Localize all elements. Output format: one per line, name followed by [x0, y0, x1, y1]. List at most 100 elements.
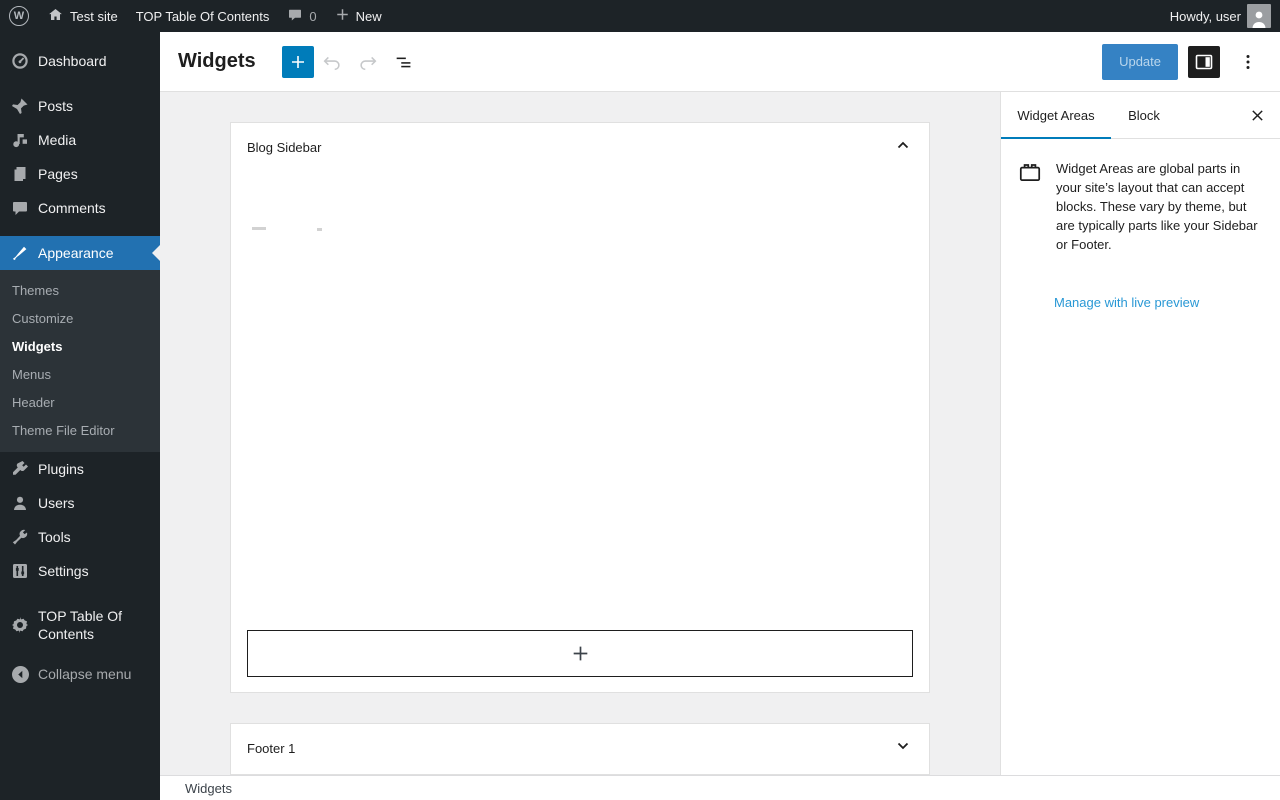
- widget-area-panel-footer-1: Footer 1: [230, 723, 930, 775]
- manage-live-preview-link[interactable]: Manage with live preview: [1054, 295, 1199, 310]
- wordpress-logo-menu[interactable]: W: [0, 0, 38, 32]
- pages-icon: [10, 164, 30, 184]
- sidebar-item-label: Dashboard: [38, 53, 107, 69]
- brush-icon: [10, 243, 30, 263]
- widgets-editor-canvas: Blog Sidebar Footer 1: [160, 92, 1000, 775]
- sidebar-item-appearance[interactable]: Appearance: [0, 236, 160, 270]
- submenu-item-themes[interactable]: Themes: [0, 276, 160, 304]
- comment-count: 0: [309, 8, 317, 24]
- my-account-menu[interactable]: Howdy, user: [1161, 0, 1280, 32]
- home-icon: [47, 6, 64, 26]
- plus-icon: [335, 7, 350, 25]
- admin-top-bar: W Test site TOP Table Of Contents 0 New …: [0, 0, 1280, 32]
- sidebar-item-comments[interactable]: Comments: [0, 191, 160, 225]
- sidebar-item-label: Users: [38, 495, 75, 511]
- submenu-label: Customize: [12, 310, 74, 326]
- sidebar-item-media[interactable]: Media: [0, 123, 160, 157]
- gear-icon: [10, 615, 30, 635]
- menu-separator: [0, 588, 160, 599]
- submenu-item-customize[interactable]: Customize: [0, 304, 160, 332]
- block-inserter-button[interactable]: [281, 45, 314, 78]
- menu-separator: [0, 78, 160, 89]
- sidebar-item-label: Pages: [38, 166, 78, 182]
- sliders-icon: [10, 561, 30, 581]
- comments-shortcut[interactable]: 0: [278, 0, 325, 32]
- settings-sidebar: Widget Areas Block Widget Areas are glob…: [1000, 92, 1280, 775]
- media-icon: [10, 130, 30, 150]
- submenu-label: Theme File Editor: [12, 422, 115, 438]
- panel-title: Footer 1: [247, 740, 296, 756]
- wordpress-logo-icon: W: [9, 6, 29, 26]
- toc-plugin-menu[interactable]: TOP Table Of Contents: [127, 0, 279, 32]
- widget-area-icon: [1017, 159, 1043, 254]
- options-kebab-button[interactable]: [1230, 44, 1266, 80]
- sidebar-item-top-table-of-contents[interactable]: TOP Table Of Contents: [0, 599, 160, 651]
- toc-menu-label: TOP Table Of Contents: [135, 8, 270, 24]
- submenu-item-header[interactable]: Header: [0, 388, 160, 416]
- sidebar-item-label: Media: [38, 132, 77, 148]
- sidebar-item-dashboard[interactable]: Dashboard: [0, 44, 160, 78]
- sidebar-item-settings[interactable]: Settings: [0, 554, 160, 588]
- chevron-down-icon: [893, 736, 913, 761]
- add-block-appender[interactable]: [247, 630, 913, 677]
- sidebar-item-label: Comments: [38, 200, 106, 216]
- page-title: Widgets: [178, 50, 256, 72]
- sidebar-item-label: Tools: [38, 529, 71, 545]
- sidebar-item-posts[interactable]: Posts: [0, 89, 160, 123]
- widget-area-panel-blog-sidebar: Blog Sidebar: [230, 122, 930, 693]
- header-right-toolbar: Update: [1102, 43, 1266, 80]
- pin-icon: [10, 96, 30, 116]
- sidebar-item-users[interactable]: Users: [0, 486, 160, 520]
- howdy-label: Howdy, user: [1169, 8, 1241, 24]
- breadcrumb: Widgets: [185, 780, 232, 796]
- chevron-up-icon: [893, 135, 913, 160]
- blog-sidebar-panel-header[interactable]: Blog Sidebar: [231, 123, 929, 171]
- wrench-icon: [10, 527, 30, 547]
- current-menu-arrow-icon: [144, 245, 160, 261]
- dashboard-icon: [10, 51, 30, 71]
- faint-loading-block-fragment: [317, 228, 322, 231]
- tab-block[interactable]: Block: [1111, 92, 1177, 138]
- sidebar-item-label: TOP Table Of Contents: [38, 608, 123, 642]
- update-button[interactable]: Update: [1102, 43, 1178, 80]
- footer-1-panel-header[interactable]: Footer 1: [231, 724, 929, 772]
- submenu-label: Header: [12, 394, 55, 410]
- appearance-submenu: Themes Customize Widgets Menus Header Th…: [0, 270, 160, 452]
- menu-separator: [0, 32, 160, 44]
- editor-footer-bar: Widgets: [160, 775, 1280, 800]
- collapse-menu-button[interactable]: Collapse menu: [0, 657, 160, 691]
- undo-button[interactable]: [314, 44, 350, 80]
- faint-loading-block-fragment: [252, 227, 266, 230]
- sidebar-item-label: Settings: [38, 563, 89, 579]
- sidebar-item-plugins[interactable]: Plugins: [0, 452, 160, 486]
- comment-icon: [10, 198, 30, 218]
- site-name-link[interactable]: Test site: [38, 0, 127, 32]
- new-label: New: [355, 8, 382, 24]
- close-settings-button[interactable]: [1234, 92, 1280, 138]
- panel-title: Blog Sidebar: [247, 139, 322, 155]
- editor-header: Widgets Update: [160, 32, 1280, 92]
- list-view-button[interactable]: [386, 44, 422, 80]
- site-name-label: Test site: [70, 8, 118, 24]
- new-content-menu[interactable]: New: [326, 0, 391, 32]
- comment-bubble-icon: [287, 7, 303, 26]
- user-icon: [10, 493, 30, 513]
- tab-widget-areas[interactable]: Widget Areas: [1001, 92, 1111, 139]
- submenu-item-theme-file-editor[interactable]: Theme File Editor: [0, 416, 160, 444]
- sidebar-item-tools[interactable]: Tools: [0, 520, 160, 554]
- avatar: [1247, 4, 1271, 28]
- inspector-tabs: Widget Areas Block: [1001, 92, 1280, 139]
- collapse-arrow-icon: [10, 664, 30, 684]
- submenu-item-menus[interactable]: Menus: [0, 360, 160, 388]
- close-icon: [1251, 109, 1263, 121]
- sidebar-item-pages[interactable]: Pages: [0, 157, 160, 191]
- plugin-icon: [10, 459, 30, 479]
- submenu-label: Themes: [12, 282, 59, 298]
- admin-sidebar-menu: Dashboard Posts Media Pages Comments App…: [0, 32, 160, 800]
- plus-icon: [573, 646, 587, 661]
- menu-separator: [0, 225, 160, 236]
- redo-button[interactable]: [350, 44, 386, 80]
- submenu-item-widgets[interactable]: Widgets: [0, 332, 160, 360]
- settings-sidebar-toggle-button[interactable]: [1188, 45, 1220, 78]
- widget-areas-description-section: Widget Areas are global parts in your si…: [1001, 139, 1280, 274]
